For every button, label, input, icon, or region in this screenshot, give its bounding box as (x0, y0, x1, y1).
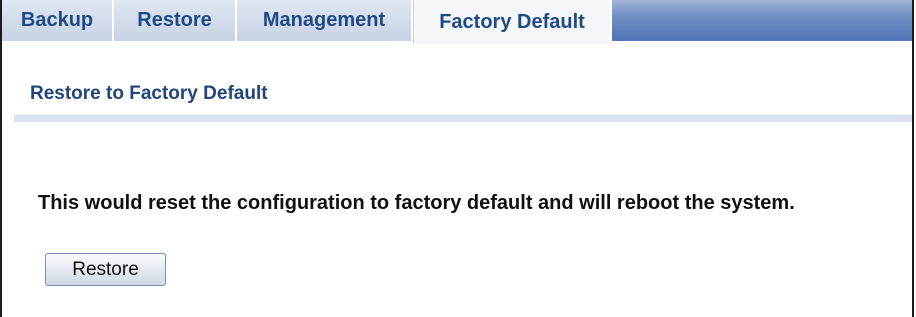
reset-warning-message: This would reset the configuration to fa… (38, 192, 795, 214)
factory-default-panel: Backup Restore Management Factory Defaul… (0, 0, 914, 317)
restore-button[interactable]: Restore (45, 253, 166, 286)
section-divider (14, 115, 912, 122)
tab-restore[interactable]: Restore (114, 0, 237, 41)
tab-factory-default[interactable]: Factory Default (413, 0, 612, 44)
tab-bar: Backup Restore Management Factory Defaul… (2, 0, 912, 44)
tab-management[interactable]: Management (237, 0, 413, 41)
section-title: Restore to Factory Default (30, 83, 268, 104)
tab-backup[interactable]: Backup (2, 0, 114, 41)
